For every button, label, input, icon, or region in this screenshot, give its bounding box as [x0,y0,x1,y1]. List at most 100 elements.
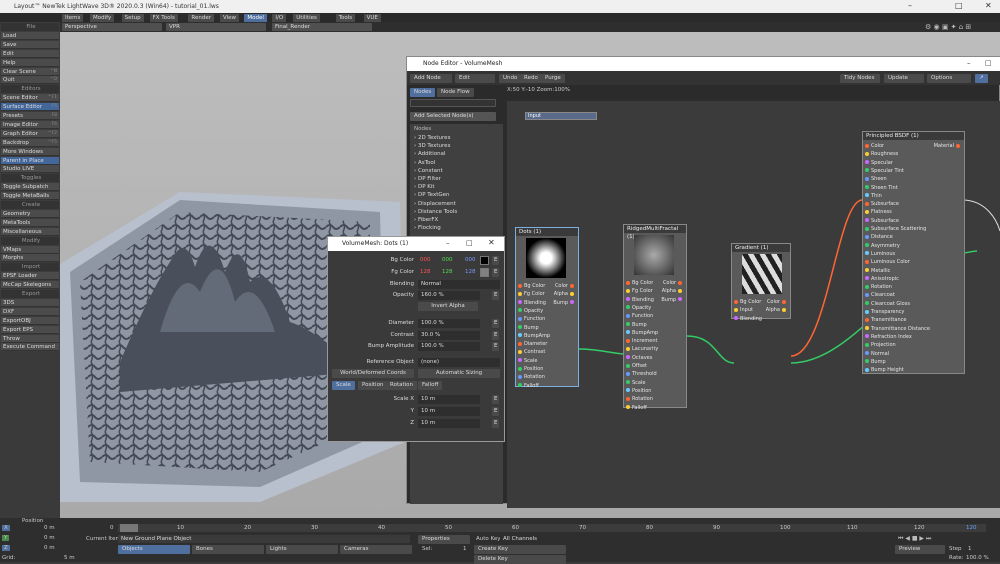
output-port[interactable]: Alpha [766,306,788,314]
sidebar-item-dxf[interactable]: DXF [1,307,59,316]
input-port[interactable]: BumpAmp [518,332,550,340]
tab-scale[interactable]: Scale [332,381,355,390]
options-button[interactable]: Options [927,74,971,83]
menu-tab-tools[interactable]: Tools [335,14,357,22]
create-key-button[interactable]: Create Key [474,545,566,554]
input-port[interactable]: Blending [734,315,762,323]
minimize-icon[interactable]: – [446,237,450,249]
input-port[interactable]: Specular Tint [865,167,904,175]
viewport-icons[interactable]: ⚙ ◉ ▣ ✦ ⌂ ⊞ [925,23,995,31]
sidebar-item-save[interactable]: Save [1,40,59,49]
category-fiberfx[interactable]: › FiberFX [414,216,484,224]
input-port[interactable]: Clearcoat Gloss [865,300,910,308]
category-distance-tools[interactable]: › Distance Tools [414,208,484,216]
sidebar-item-surface-editor[interactable]: Surface Editor F5 [1,103,59,112]
input-port[interactable]: Falloff [626,404,647,412]
input-port[interactable]: Function [518,315,545,323]
properties-button[interactable]: Properties [418,535,470,544]
category-flocking[interactable]: › Flocking [414,224,484,232]
category-3d-textures[interactable]: › 3D Textures [414,142,484,150]
input-port[interactable]: Increment [626,337,658,345]
input-port[interactable]: Blending [626,296,654,304]
input-port[interactable]: Asymmetry [865,242,900,250]
input-port[interactable]: Clearcoat [865,291,895,299]
minimize-icon[interactable]: – [908,0,912,12]
grid-value[interactable]: 5 m [64,555,75,561]
input-port[interactable]: Refraction Index [865,333,912,341]
menu-tab-modify[interactable]: Modify [90,14,116,22]
delete-key-button[interactable]: Delete Key [474,555,566,564]
scale-z-envelope-button[interactable]: E [492,419,500,428]
input-port[interactable]: Bg Color [734,298,761,306]
add-selected-nodes-button[interactable]: Add Selected Node(s) [410,112,496,121]
menu-tab-render[interactable]: Render [188,14,215,22]
input-port[interactable]: Octaves [626,354,652,362]
input-port[interactable]: Metallic [865,267,890,275]
sidebar-item-geometry[interactable]: Geometry [1,209,59,218]
tidy-nodes-button[interactable]: Tidy Nodes [840,74,880,83]
fg-swatch[interactable] [480,268,489,277]
gradient-node[interactable]: Gradient (1) Bg Color Input Blending Color Al… [731,243,791,322]
output-port[interactable]: Bump [553,299,576,307]
input-port[interactable]: Fg Color [626,287,653,295]
input-port[interactable]: Bump [518,324,539,332]
input-port[interactable]: Bump [626,321,647,329]
preview-dropdown[interactable]: Preview [895,545,945,554]
input-port[interactable]: Distance [865,233,893,241]
rate-value[interactable]: 100.0 % [966,555,989,561]
current-item-dropdown[interactable]: New Ground Plane Object [118,535,410,543]
output-port[interactable]: Alpha [554,290,576,298]
input-port[interactable]: Color [865,142,884,150]
tab-rotation[interactable]: Rotation [386,381,418,390]
input-port[interactable]: Diameter [518,340,547,348]
input-port[interactable]: Subsurface [865,217,899,225]
tab-objects[interactable]: Objects [118,545,190,554]
input-port[interactable]: Rotation [626,395,653,403]
input-port[interactable]: BumpAmp [626,329,658,337]
input-port[interactable]: Fg Color [518,290,545,298]
input-port[interactable]: Transparency [865,308,904,316]
scale-y-envelope-button[interactable]: E [492,407,500,416]
output-port[interactable]: Material [934,142,962,150]
sidebar-item-throw[interactable]: Throw [1,334,59,343]
category-constant[interactable]: › Constant [414,167,484,175]
node-canvas[interactable]: Input Dots (1) Bg Color Fg Color Blending Op… [507,101,1000,508]
input-port[interactable]: Bg Color [518,282,545,290]
input-port[interactable]: Roughness [865,150,898,158]
input-port[interactable]: Rotation [518,373,545,381]
tab-bones[interactable]: Bones [192,545,264,554]
purge-button[interactable]: Purge [541,74,565,83]
sidebar-item-epsf-loader[interactable]: EPSF Loader [1,272,59,281]
sidebar-item-presets[interactable]: Presets F8 [1,112,59,120]
scale-z-field[interactable]: 10 m [418,419,480,428]
principled-bsdf-node[interactable]: Principled BSDF (1) Color Roughness Specula… [862,131,965,374]
output-port[interactable]: Alpha [662,287,684,295]
fg-r[interactable]: 128 [420,268,431,277]
maximize-icon[interactable]: □ [466,237,473,249]
sidebar-item-morphs[interactable]: Morphs [1,254,59,263]
input-port[interactable]: Subsurface [865,200,899,208]
bump-envelope-button[interactable]: E [492,342,500,351]
reference-object-dropdown[interactable]: (none) [418,358,500,367]
tab-lights[interactable]: Lights [266,545,338,554]
menu-tab-view[interactable]: View [220,14,241,22]
input-port[interactable]: Bg Color [626,279,653,287]
maximize-icon[interactable]: □ [955,0,963,12]
tab-node-flow[interactable]: Node Flow [437,88,474,97]
step-value[interactable]: 1 [968,546,972,552]
menu-tab-setup[interactable]: Setup [121,14,145,22]
sidebar-item-toggle-metaballs[interactable]: Toggle MetaBalls [1,192,59,201]
timeline-ruler[interactable]: 0 10 20 30 40 50 60 70 80 90 100 110 120 [110,524,986,532]
sidebar-item-export-eps[interactable]: Export EPS [1,325,59,334]
input-port[interactable]: Position [518,365,543,373]
input-port[interactable]: Lacunarity [626,345,658,353]
category-2d-textures[interactable]: › 2D Textures [414,134,484,142]
minimize-icon[interactable]: – [967,57,971,69]
opacity-envelope-button[interactable]: E [492,291,500,300]
menu-tab-vue[interactable]: VUE [363,14,382,22]
menu-tab-i-o[interactable]: I/O [272,14,288,22]
input-port[interactable]: Anisotropic [865,275,899,283]
tab-falloff[interactable]: Falloff [418,381,443,390]
timeline-slider[interactable] [120,524,138,532]
scale-x-field[interactable]: 10 m [418,395,480,404]
